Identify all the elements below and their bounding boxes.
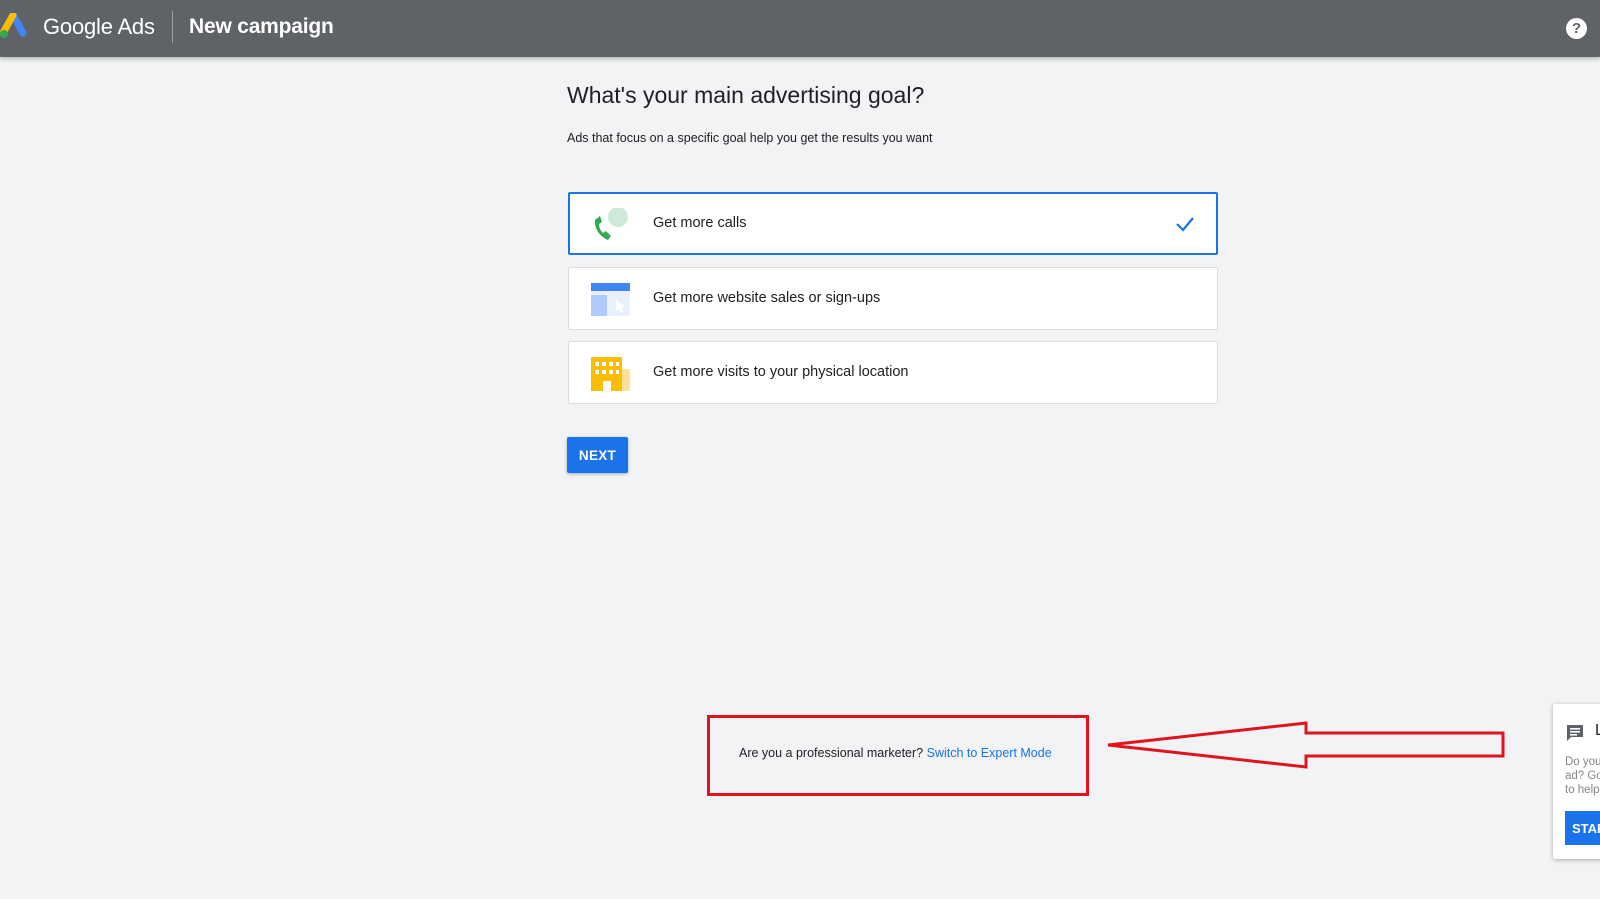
header-divider	[172, 11, 173, 43]
annotation-arrow-icon	[1107, 721, 1505, 769]
feedback-chat-icon	[1567, 725, 1583, 741]
brand-name[interactable]: Google Ads	[43, 14, 155, 40]
goal-subheading: Ads that focus on a specific goal help y…	[567, 131, 933, 145]
feedback-body: Do you ad? Go to help	[1565, 755, 1600, 797]
help-icon[interactable]: ?	[1566, 18, 1587, 39]
goal-option-location[interactable]: Get more visits to your physical locatio…	[568, 341, 1218, 404]
feedback-body-line: Do you	[1565, 756, 1600, 768]
switch-to-expert-mode-link[interactable]: Switch to Expert Mode	[927, 746, 1052, 760]
website-icon	[591, 283, 630, 316]
next-button[interactable]: NEXT	[567, 437, 628, 473]
feedback-title: L	[1595, 722, 1600, 739]
checkmark-icon	[1176, 217, 1194, 232]
top-app-bar: Google Ads New campaign ?	[0, 0, 1600, 57]
google-ads-logo-icon[interactable]	[0, 13, 30, 41]
goal-label-calls: Get more calls	[653, 215, 747, 231]
feedback-body-line: to help	[1565, 784, 1600, 796]
start-feedback-button[interactable]: STAR	[1565, 811, 1600, 845]
expert-mode-question: Are you a professional marketer?	[739, 746, 924, 760]
feedback-panel: L Do you ad? Go to help STAR	[1553, 704, 1600, 859]
goal-option-website[interactable]: Get more website sales or sign-ups	[568, 267, 1218, 330]
feedback-body-line: ad? Go	[1565, 770, 1600, 782]
goal-label-location: Get more visits to your physical locatio…	[653, 364, 909, 380]
page-title: New campaign	[189, 15, 334, 38]
goal-heading: What's your main advertising goal?	[567, 82, 925, 108]
goal-label-website: Get more website sales or sign-ups	[653, 290, 881, 306]
building-icon	[591, 357, 630, 391]
phone-call-icon	[594, 208, 628, 240]
expert-mode-prompt: Are you a professional marketer? Switch …	[739, 746, 1052, 760]
goal-option-calls[interactable]: Get more calls	[568, 192, 1218, 255]
